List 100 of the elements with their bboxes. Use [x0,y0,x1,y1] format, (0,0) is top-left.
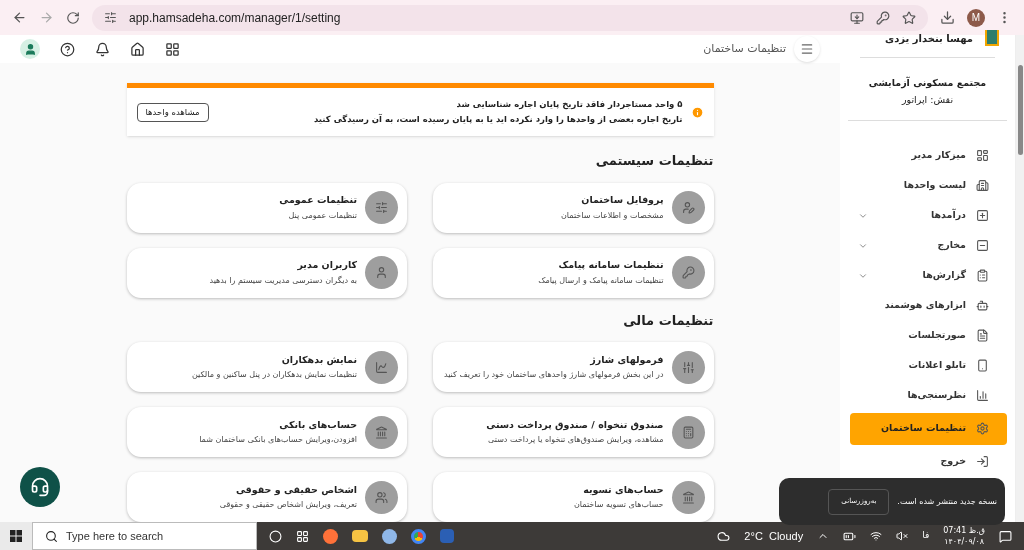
profile-avatar[interactable]: M [967,8,985,27]
grid-icon[interactable] [165,41,180,57]
document-icon [976,329,989,342]
sidebar-item[interactable]: درآمدها [850,202,997,229]
bookmark-icon[interactable] [902,10,916,25]
sliders-icon [365,191,398,224]
sidebar-item[interactable]: تابلو اعلانات [850,352,997,379]
home-icon[interactable] [130,41,145,57]
card-title: اشخاص حقیقی و حقوقی [234,482,357,498]
sliders-icon [671,350,705,384]
settings-card[interactable]: فرمولهای شارژ در این بخش فرمولهای شارژ واحدهای ساختمان خود را تعریف کنید [433,342,714,392]
card-title: تنظیمات عمومی [279,193,357,208]
dashboard-icon [976,149,989,162]
view-units-button[interactable]: مشاهده واحدها [136,102,209,122]
sidebar-item[interactable]: نظرسنجی‌ها [850,382,997,409]
weather-icon [717,529,731,543]
settings-card[interactable]: تنظیمات سامانه پیامک تنظیمات سامانه پیامک و ارسال پیامک [433,247,714,298]
section-heading: تنظیمات مالی [622,311,714,330]
key-icon[interactable] [876,10,890,25]
settings-card[interactable]: نمایش بدهکاران تنظیمات نمایش بدهکاران در پنل ساکنین و مالکین [126,342,407,392]
user-name: مهسا بنخدار یزدی [885,31,973,46]
card-subtitle: تعریف، ویرایش اشخاص حقیقی و حقوقی [219,499,357,512]
search-placeholder: Type here to search [66,528,164,544]
card-title: حساب‌های بانکی [278,417,357,432]
user-role: نقش: اپراتور [900,93,955,108]
sidebar-item[interactable]: صورتجلسات [850,322,997,349]
notification-icon[interactable] [999,529,1012,543]
card-subtitle: مشاهده، ویرایش صندوق‌های تنخواه یا پرداخت دستی [487,434,664,447]
card-title: حساب‌های تسویه [582,482,664,498]
alert-title: ۵ واحد مستاجردار فاقد تاریخ پایان اجاره شناسایی شد [455,98,683,111]
settings-card[interactable]: تنظیمات عمومی تنظیمات عمومی پنل [126,182,407,233]
settings-card[interactable]: کاربران مدیر به دیگران دسترسی مدیریت سیستم را بدهید [126,247,407,298]
settings-card[interactable]: حساب‌های بانکی افزودن،ویرایش حساب‌های بانکی ساختمان شما [126,407,407,457]
info-icon [690,105,704,119]
alert-message: تاریخ اجاره بعضی از واحدها را وارد نکرده اید یا به پایان رسیده است، به آن رسیدگی کنید [312,113,683,126]
settings-card[interactable]: صندوق تنخواه / صندوق پرداخت دستی مشاهده، ویرایش صندوق‌های تنخواه یا پرداخت دستی [433,407,714,457]
weather-text[interactable]: 2°C Cloudy [744,527,804,545]
language-indicator[interactable]: فا [922,529,930,543]
card-title: کاربران مدیر [296,258,357,273]
key-icon [671,256,705,289]
sidebar-item[interactable]: میزکار مدیر [850,142,997,169]
download-icon[interactable] [940,10,955,25]
clock-date[interactable]: ۱۴۰۴/۰۹/۰۸ [944,536,984,547]
sidebar-item[interactable]: تنظیمات ساختمان [850,412,1007,445]
card-subtitle: حساب‌های تسویه ساختمان [574,499,664,512]
user-avatar[interactable] [20,39,40,59]
reload-icon[interactable] [66,10,80,25]
board-icon [976,359,989,372]
search-icon [45,529,58,543]
menu-button[interactable] [794,36,820,62]
sidebar-item[interactable]: خروج [850,448,997,475]
notification-icon[interactable] [95,41,110,57]
card-title: صندوق تنخواه / صندوق پرداخت دستی [486,417,664,433]
sidebar-item[interactable]: گزارش‌ها [850,262,997,289]
user-icon [365,256,398,289]
register-icon [671,415,705,449]
chrome-icon[interactable] [411,528,426,544]
volume-icon[interactable] [896,530,909,542]
task-view-icon[interactable] [269,529,282,543]
site-info-icon[interactable] [104,11,117,24]
page-title: تنظیمات ساختمان [703,40,786,57]
toast-message: نسخه جدید منتشر شده است. [897,495,997,508]
windows-icon[interactable] [10,530,22,542]
card-subtitle: تنظیمات عمومی پنل [287,209,357,222]
card-title: پروفایل ساختمان [580,193,664,208]
install-icon[interactable] [850,10,864,25]
back-icon[interactable] [12,10,27,25]
widgets-icon[interactable] [296,529,309,543]
url-text: app.hamsadeha.com/manager/1/setting [129,9,342,27]
card-subtitle: افزودن،ویرایش حساب‌های بانکی ساختمان شما [199,434,357,447]
headset-icon [30,477,50,497]
logout-icon [976,455,989,468]
card-subtitle: تنظیمات نمایش بدهکاران در پنل ساکنین و مالکین [191,369,357,382]
wifi-icon[interactable] [870,530,883,542]
clock-time[interactable]: 07:41 ق.ظ [943,525,985,536]
help-icon[interactable] [60,41,75,57]
complex-name: مجتمع مسکونی آزمایشی [867,76,988,91]
card-title: فرمولهای شارژ [589,352,664,368]
settings-card[interactable]: اشخاص حقیقی و حقوقی تعریف، ویرایش اشخاص حقیقی و حقوقی [126,472,407,522]
clipboard-icon [976,269,989,282]
support-button[interactable] [20,467,60,507]
income-icon [976,209,989,222]
bank-icon [671,480,705,514]
sidebar-item[interactable]: لیست واحدها [850,172,997,199]
address-bar[interactable]: app.hamsadeha.com/manager/1/setting [92,4,928,31]
bar-chart-icon [976,389,989,402]
settings-card[interactable]: حساب‌های تسویه حساب‌های تسویه ساختمان [433,472,714,522]
folder-icon[interactable] [352,530,368,542]
card-subtitle: مشخصات و اطلاعات ساختمان [560,209,664,222]
scrollbar[interactable] [1016,35,1024,522]
menu-icon [800,42,814,56]
line-chart-icon [365,350,398,384]
taskbar-search-field[interactable]: Type here to search [32,522,257,550]
card-title: تنظیمات سامانه پیامک [557,258,664,273]
sidebar-item[interactable]: ابزارهای هوشمند [850,292,997,319]
sidebar-item[interactable]: مخارج [850,232,997,259]
card-subtitle: در این بخش فرمولهای شارژ واحدهای ساختمان خود را تعریف کنید [444,369,664,382]
settings-icon [976,422,989,435]
user-edit-icon [671,191,705,224]
settings-card[interactable]: پروفایل ساختمان مشخصات و اطلاعات ساختمان [433,182,714,233]
